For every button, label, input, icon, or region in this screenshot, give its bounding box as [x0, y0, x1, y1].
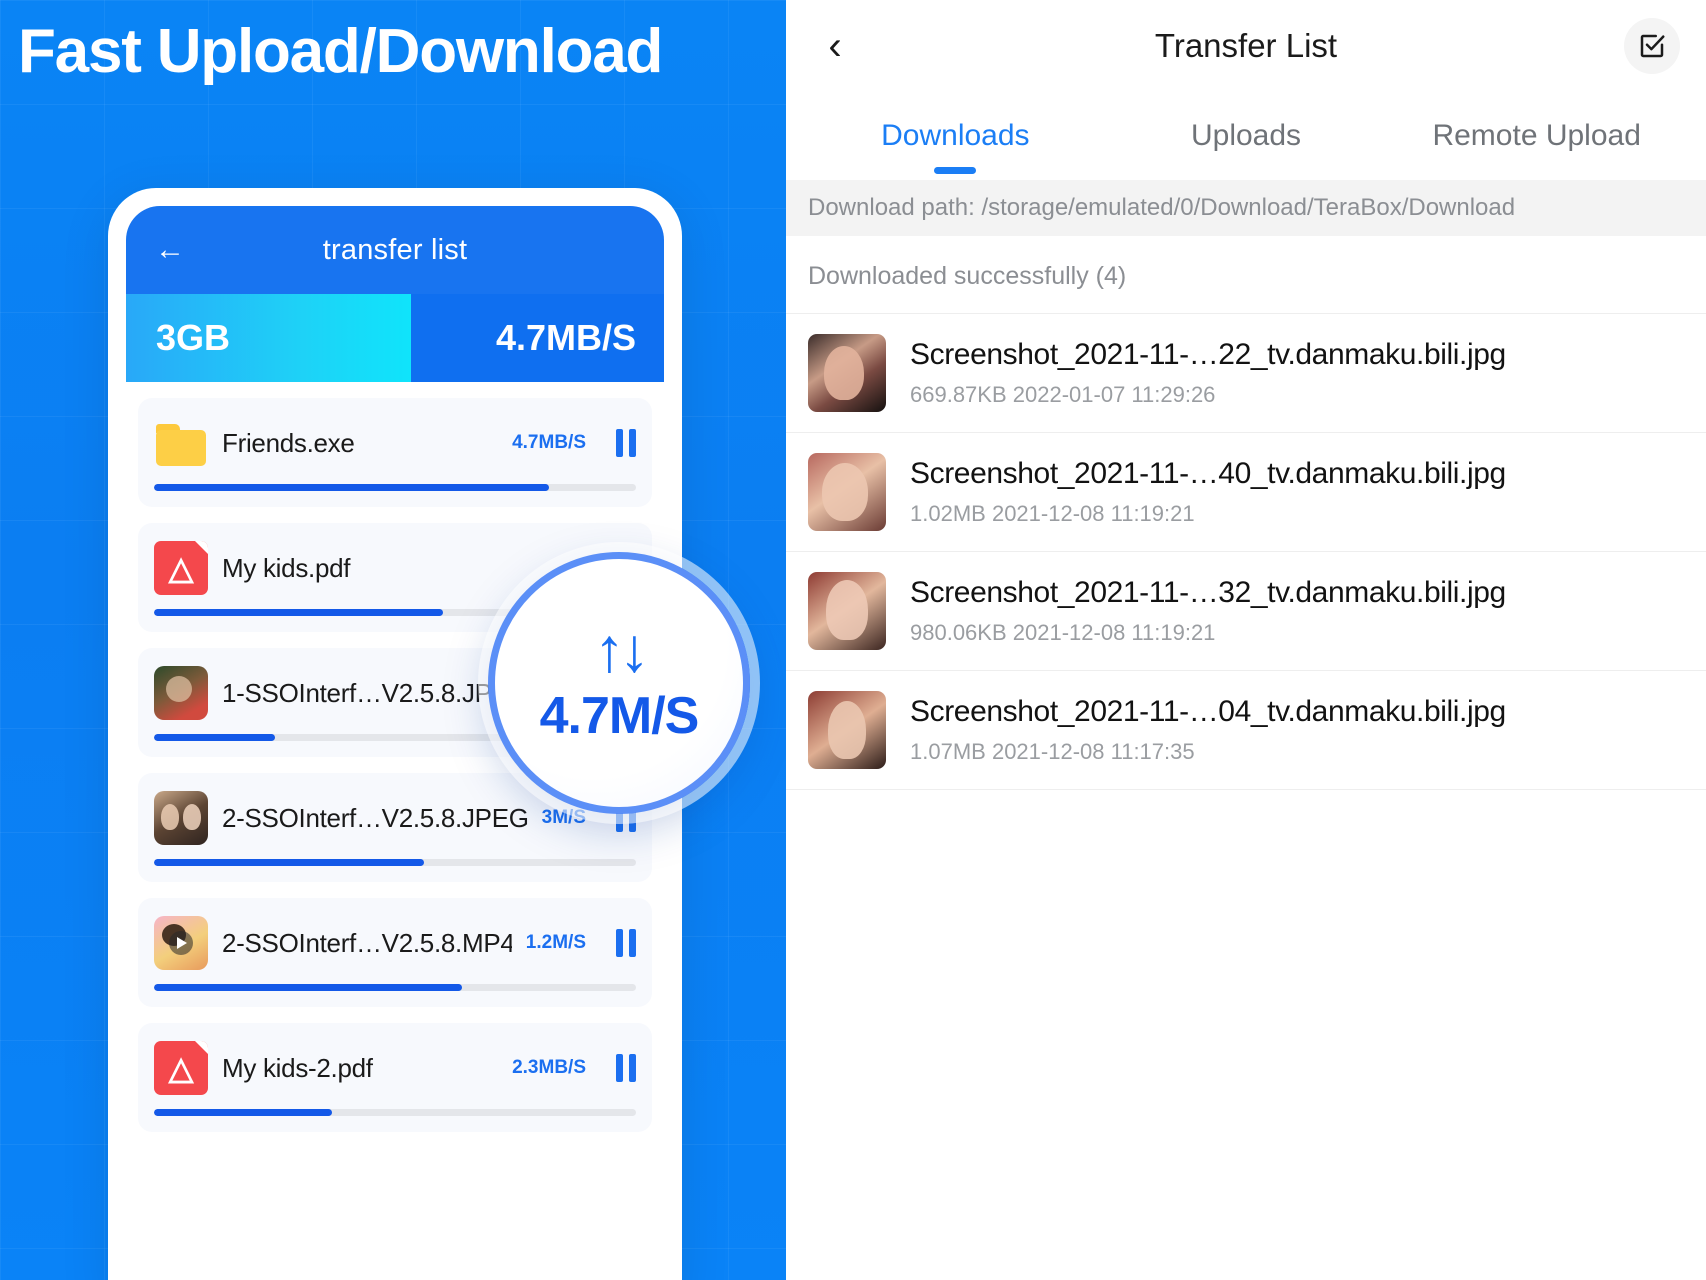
list-item[interactable]: Screenshot_2021-11-…22_tv.danmaku.bili.j… — [786, 314, 1706, 433]
progress-bar — [154, 1109, 636, 1116]
file-name: Screenshot_2021-11-…40_tv.danmaku.bili.j… — [910, 457, 1506, 490]
app-header: ‹ Transfer List — [786, 0, 1706, 92]
file-name: Screenshot_2021-11-…04_tv.danmaku.bili.j… — [910, 695, 1506, 728]
phone-stats-bar: 3GB 4.7MB/S — [126, 294, 664, 382]
file-size: 1.02MB — [910, 501, 986, 526]
transfer-row[interactable]: 2-SSOInterf…V2.5.8.MP4 1.2M/S — [138, 898, 652, 1007]
speed-badge: ↑↓ 4.7M/S — [488, 552, 750, 814]
file-size: 669.87KB — [910, 382, 1007, 407]
transfer-file-name: 2-SSOInterf…V2.5.8.JPEG — [222, 802, 528, 833]
promo-panel: Fast Upload/Download ← transfer list 3GB… — [0, 0, 786, 1280]
file-date: 2021-12-08 11:17:35 — [991, 739, 1195, 764]
file-meta: 669.87KB 2022-01-07 11:29:26 — [910, 382, 1684, 408]
list-item[interactable]: Screenshot_2021-11-…04_tv.danmaku.bili.j… — [786, 671, 1706, 790]
pause-button[interactable] — [616, 929, 636, 957]
list-item[interactable]: Screenshot_2021-11-…32_tv.danmaku.bili.j… — [786, 552, 1706, 671]
section-header: Downloaded successfully (4) — [808, 262, 1127, 290]
tab-uploads[interactable]: Uploads — [1101, 92, 1392, 180]
transfer-file-name: 2-SSOInterf…V2.5.8.MP4 — [222, 927, 512, 958]
photo-thumbnail — [808, 334, 886, 412]
tab-bar: Downloads Uploads Remote Upload — [786, 92, 1706, 180]
file-size: 980.06KB — [910, 620, 1007, 645]
transfer-file-name: Friends.exe — [222, 427, 355, 458]
pause-button[interactable] — [616, 1054, 636, 1082]
transfer-file-name: My kids-2.pdf — [222, 1052, 373, 1083]
transfer-speed: 3M/S — [541, 807, 586, 828]
progress-bar — [154, 984, 636, 991]
file-date: 2021-12-08 11:19:21 — [991, 501, 1195, 526]
image-thumbnail-icon — [154, 791, 208, 845]
screenshot-root: Fast Upload/Download ← transfer list 3GB… — [0, 0, 1706, 1280]
phone-total-speed: 4.7MB/S — [495, 317, 636, 358]
file-name: Screenshot_2021-11-…22_tv.danmaku.bili.j… — [910, 338, 1506, 371]
progress-bar — [154, 484, 636, 491]
file-meta: 1.07MB 2021-12-08 11:17:35 — [910, 739, 1684, 765]
list-item[interactable]: Screenshot_2021-11-…40_tv.danmaku.bili.j… — [786, 433, 1706, 552]
promo-headline: Fast Upload/Download — [18, 17, 663, 86]
progress-bar — [154, 859, 636, 866]
photo-thumbnail — [808, 572, 886, 650]
transfer-speed: 2.3MB/S — [512, 1057, 586, 1078]
tab-downloads[interactable]: Downloads — [810, 92, 1101, 180]
tab-active-underline — [934, 167, 977, 174]
phone-total-size: 3GB — [156, 317, 231, 358]
speed-badge-value: 4.7M/S — [539, 687, 700, 745]
pdf-file-icon: △ — [154, 541, 208, 595]
app-panel: ‹ Transfer List Downloads Uploads Remote… — [786, 0, 1706, 1280]
transfer-speed: 1.2M/S — [525, 932, 586, 953]
file-name: Screenshot_2021-11-…32_tv.danmaku.bili.j… — [910, 576, 1506, 609]
file-meta: 1.02MB 2021-12-08 11:19:21 — [910, 501, 1684, 527]
video-thumbnail-icon — [154, 916, 208, 970]
image-thumbnail-icon — [154, 666, 208, 720]
chevron-left-icon[interactable]: ‹ — [812, 23, 858, 69]
file-size: 1.07MB — [910, 739, 986, 764]
tab-label: Downloads — [881, 119, 1030, 152]
transfer-speed: 4.7MB/S — [512, 432, 586, 453]
page-title: Transfer List — [1154, 27, 1338, 64]
file-meta: 980.06KB 2021-12-08 11:19:21 — [910, 620, 1684, 646]
photo-thumbnail — [808, 691, 886, 769]
transfer-row[interactable]: △ My kids-2.pdf 2.3MB/S — [138, 1023, 652, 1132]
file-date: 2021-12-08 11:19:21 — [1012, 620, 1216, 645]
tab-label: Remote Upload — [1432, 119, 1641, 152]
folder-icon — [154, 416, 208, 470]
checkbox-checked-icon[interactable] — [1624, 18, 1680, 74]
tab-remote-upload[interactable]: Remote Upload — [1391, 92, 1682, 180]
download-path-bar[interactable]: Download path: /storage/emulated/0/Downl… — [786, 180, 1706, 236]
downloads-list: Screenshot_2021-11-…22_tv.danmaku.bili.j… — [786, 313, 1706, 790]
phone-title: transfer list — [322, 233, 468, 266]
up-down-arrows-icon: ↑↓ — [594, 616, 650, 685]
phone-appbar: ← transfer list — [126, 206, 664, 294]
arrow-left-icon[interactable]: ← — [150, 230, 190, 270]
photo-thumbnail — [808, 453, 886, 531]
transfer-row[interactable]: Friends.exe 4.7MB/S — [138, 398, 652, 507]
tab-label: Uploads — [1190, 119, 1302, 152]
pause-button[interactable] — [616, 429, 636, 457]
pdf-file-icon: △ — [154, 1041, 208, 1095]
file-date: 2022-01-07 11:29:26 — [1012, 382, 1216, 407]
